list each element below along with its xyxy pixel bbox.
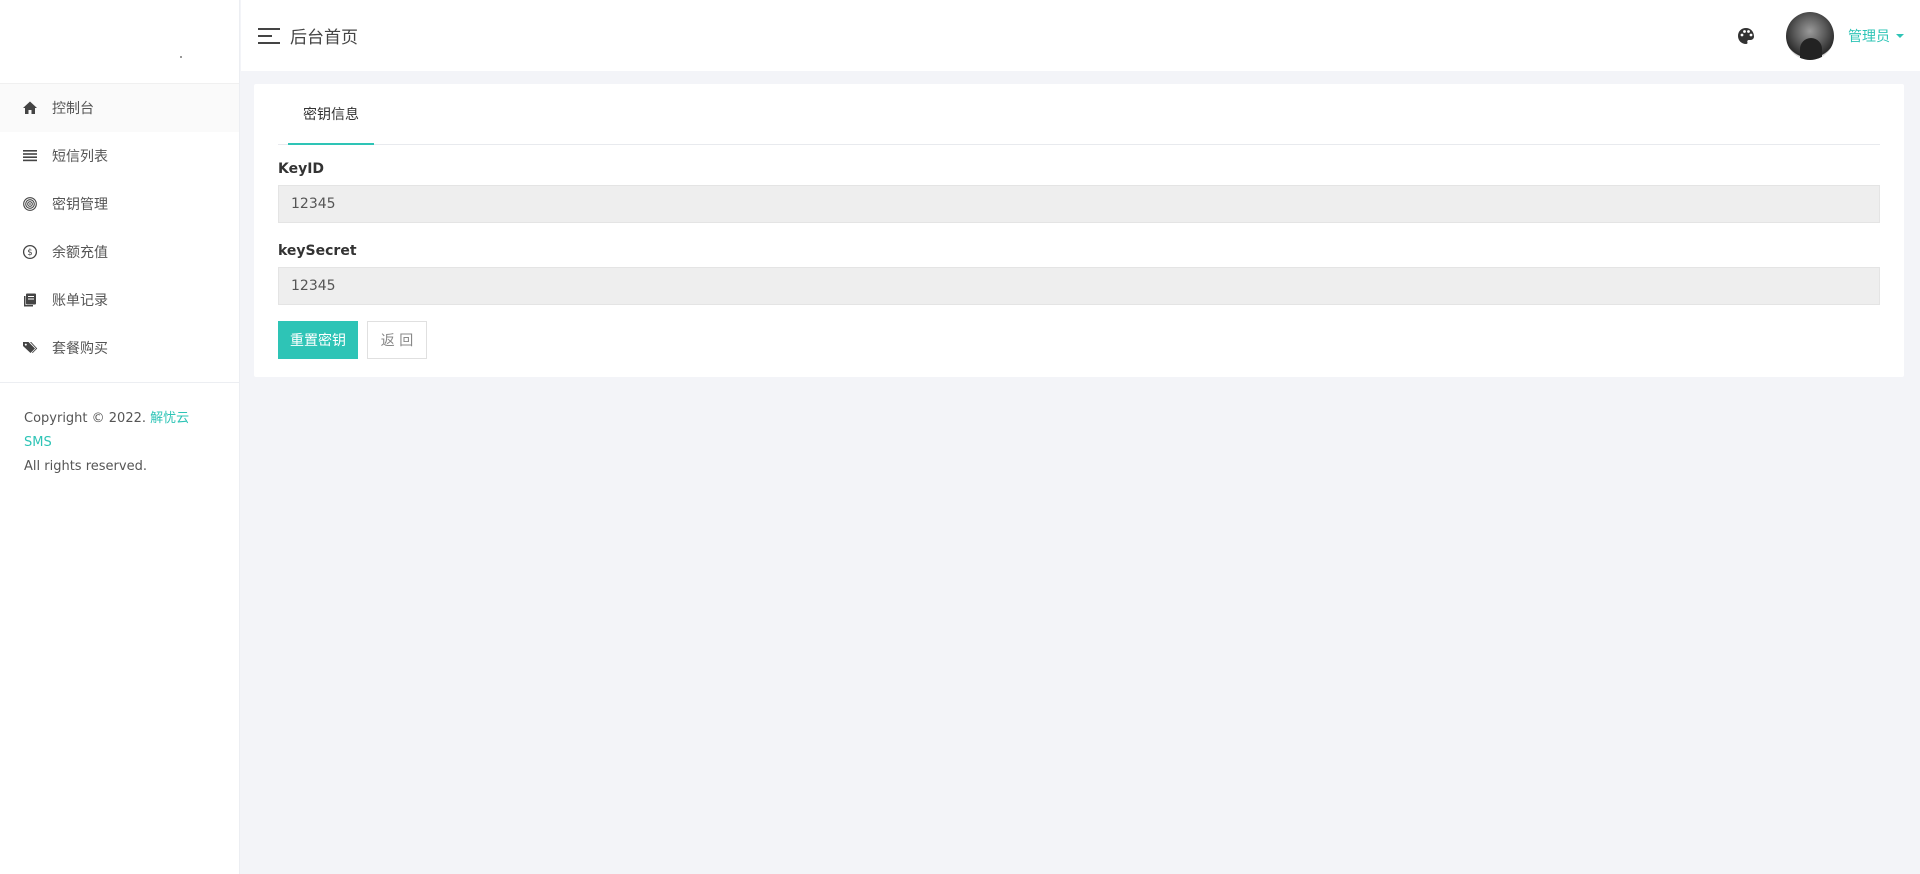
back-button[interactable]: 返 回 — [367, 321, 427, 359]
reset-key-button[interactable]: 重置密钥 — [278, 321, 358, 359]
fingerprint-icon — [22, 196, 38, 212]
page-title[interactable]: 后台首页 — [290, 23, 358, 48]
tags-icon — [22, 340, 38, 356]
sidebar: 控制台 短信列表 密钥管理 $ 余额充值 账单记录 套餐购买 Copyright… — [0, 0, 240, 874]
key-id-label: KeyID — [278, 161, 325, 177]
topbar-right: 管理员 — [1736, 0, 1904, 71]
logo-mark — [180, 56, 182, 58]
key-info-card: 密钥信息 KeyID keySecret 重置密钥 返 回 — [254, 84, 1904, 377]
sidebar-item-recharge[interactable]: $ 余额充值 — [0, 228, 239, 276]
sidebar-nav: 控制台 短信列表 密钥管理 $ 余额充值 账单记录 套餐购买 — [0, 84, 239, 372]
tab-key-info[interactable]: 密钥信息 — [288, 84, 374, 145]
sidebar-item-label: 控制台 — [52, 101, 94, 117]
topbar: 后台首页 管理员 — [241, 0, 1920, 71]
key-secret-label: keySecret — [278, 243, 357, 259]
rights-text: All rights reserved. — [24, 459, 147, 474]
sidebar-item-label: 余额充值 — [52, 245, 108, 261]
avatar[interactable] — [1786, 11, 1834, 60]
sidebar-item-label: 短信列表 — [52, 149, 108, 165]
key-secret-field[interactable] — [278, 267, 1880, 305]
key-id-field[interactable] — [278, 185, 1880, 223]
list-icon — [22, 148, 38, 164]
sidebar-item-dashboard[interactable]: 控制台 — [0, 84, 239, 132]
book-icon — [22, 292, 38, 308]
user-name: 管理员 — [1848, 28, 1890, 45]
copyright: Copyright © 2022. 解忧云SMS All rights rese… — [0, 383, 239, 503]
user-menu[interactable]: 管理员 — [1848, 26, 1904, 46]
tab-bar: 密钥信息 — [278, 84, 1880, 145]
button-row: 重置密钥 返 回 — [278, 321, 1880, 359]
sidebar-item-label: 账单记录 — [52, 293, 108, 309]
sidebar-item-sms-list[interactable]: 短信列表 — [0, 132, 239, 180]
sidebar-item-key-management[interactable]: 密钥管理 — [0, 180, 239, 228]
logo-area — [0, 0, 239, 84]
sidebar-item-packages[interactable]: 套餐购买 — [0, 324, 239, 372]
home-icon — [22, 100, 38, 116]
sidebar-item-label: 套餐购买 — [52, 341, 108, 357]
svg-text:$: $ — [27, 248, 32, 258]
sidebar-item-label: 密钥管理 — [52, 197, 108, 213]
palette-icon[interactable] — [1736, 26, 1756, 46]
copyright-text: Copyright © 2022. — [24, 411, 147, 426]
sidebar-item-billing[interactable]: 账单记录 — [0, 276, 239, 324]
caret-down-icon — [1896, 33, 1904, 38]
menu-toggle-icon[interactable] — [258, 27, 280, 44]
dollar-circle-icon: $ — [22, 244, 38, 260]
